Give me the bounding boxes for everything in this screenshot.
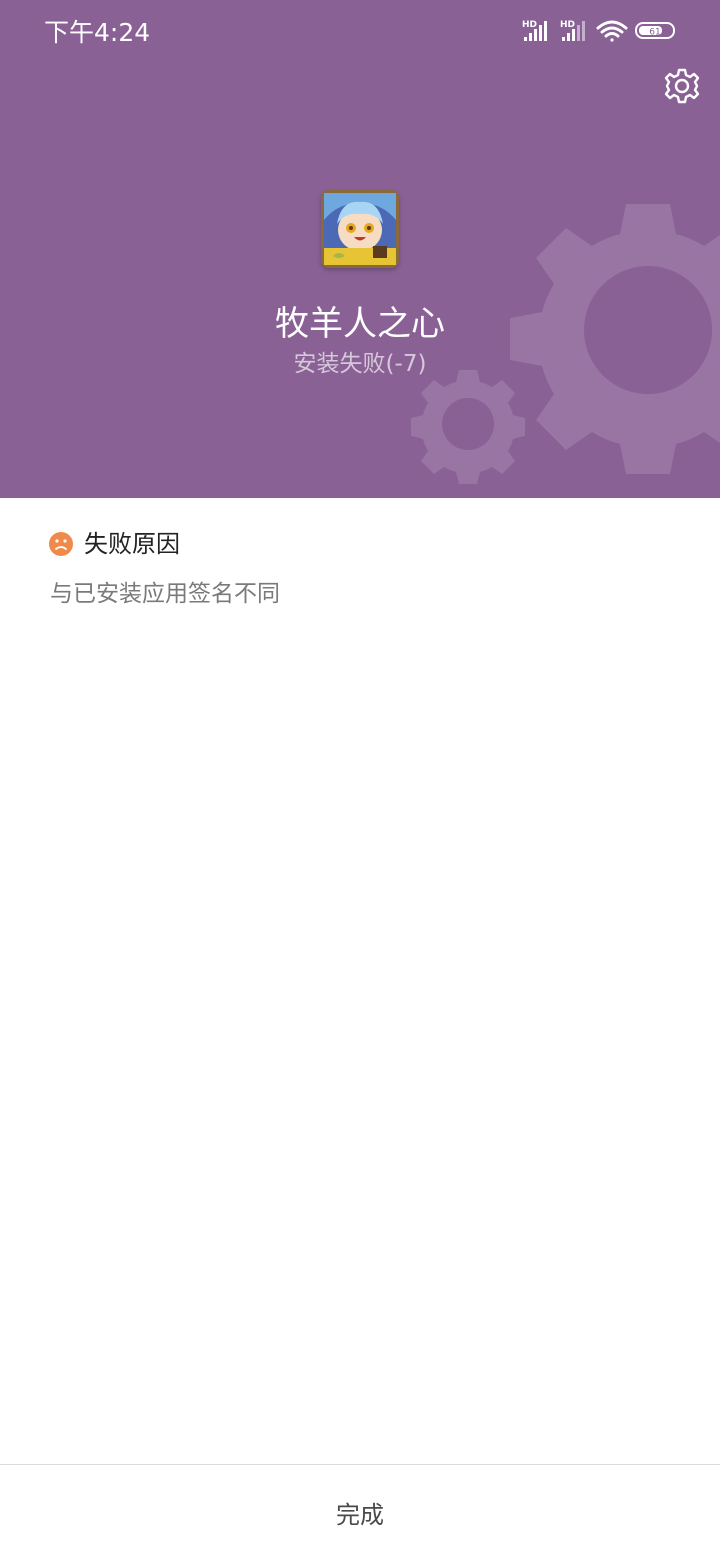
app-icon — [321, 190, 399, 268]
status-bar: 下午4:24 HD HD 61 — [0, 0, 720, 64]
cellular-signal-icon-2: HD — [560, 20, 585, 41]
done-button[interactable]: 完成 — [0, 1465, 720, 1560]
gear-icon[interactable] — [662, 66, 702, 106]
svg-text:61: 61 — [649, 28, 660, 38]
install-result-header: 下午4:24 HD HD 61 牧羊人之心 安装失败(-7) — [0, 0, 720, 498]
failure-reason-header: 失败原因 — [48, 526, 180, 562]
status-time: 下午4:24 — [44, 18, 151, 47]
wifi-icon — [596, 20, 628, 42]
failure-reason-text: 与已安装应用签名不同 — [50, 581, 280, 607]
status-icons: HD HD 61 — [522, 20, 675, 42]
svg-text:HD: HD — [522, 20, 537, 30]
svg-text:HD: HD — [560, 20, 575, 30]
sad-face-icon — [49, 532, 73, 556]
failure-reason-title: 失败原因 — [84, 530, 180, 558]
battery-icon: 61 — [635, 22, 675, 39]
app-avatar-icon — [321, 190, 399, 268]
app-name: 牧羊人之心 — [275, 304, 445, 344]
cellular-signal-icon: HD — [522, 20, 547, 41]
install-status: 安装失败(-7) — [293, 351, 427, 377]
